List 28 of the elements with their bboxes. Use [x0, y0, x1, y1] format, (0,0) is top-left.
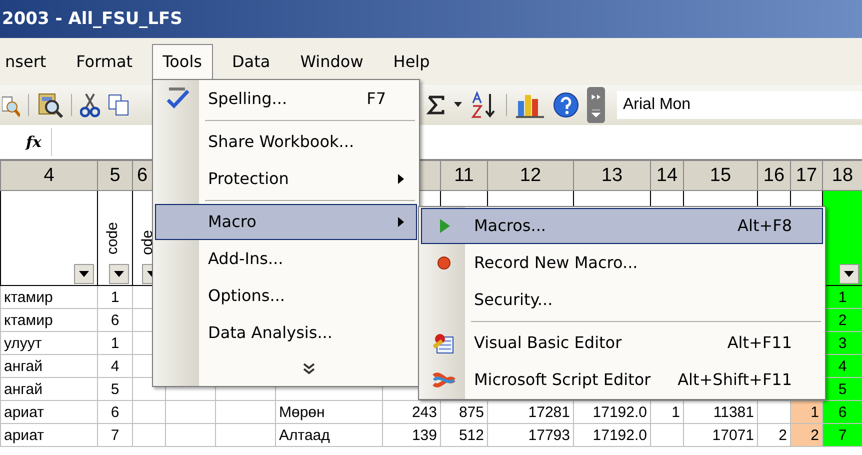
table-cell: 17071 [684, 424, 758, 446]
table-cell: ангай [0, 354, 98, 378]
table-cell: Алтаад [276, 424, 382, 446]
table-cell: ктамир [0, 308, 98, 332]
table-cell: 6 [98, 400, 132, 424]
table-cell: ктамир [0, 286, 98, 308]
table-cell: 2 [790, 424, 822, 446]
table-cell: улуут [0, 332, 98, 354]
table-cell: 1 [98, 332, 132, 354]
table-cell: 7 [822, 424, 862, 446]
table-cell: 17192.0 [574, 424, 650, 446]
table-cell: 17793 [488, 424, 574, 446]
table-cell: 512 [440, 424, 488, 446]
table-cell: ангай [0, 378, 98, 400]
table-cell: 6 [822, 400, 862, 424]
table-cell: 1 [790, 400, 822, 424]
column-heading: code [103, 222, 122, 255]
table-cell: 139 [382, 424, 440, 446]
table-cell: ариат [0, 424, 98, 446]
table-cell: 6 [98, 308, 132, 332]
table-cell: 5 [98, 378, 132, 400]
table-cell: 4 [98, 354, 132, 378]
table-cell: 1 [98, 286, 132, 308]
column-heading: ode [138, 230, 157, 255]
table-cell: 7 [98, 424, 132, 446]
table-cell: ариат [0, 400, 98, 424]
window-title: 2003 - All_FSU_LFS [0, 0, 862, 38]
table-cell: Мөрөн [276, 400, 382, 424]
